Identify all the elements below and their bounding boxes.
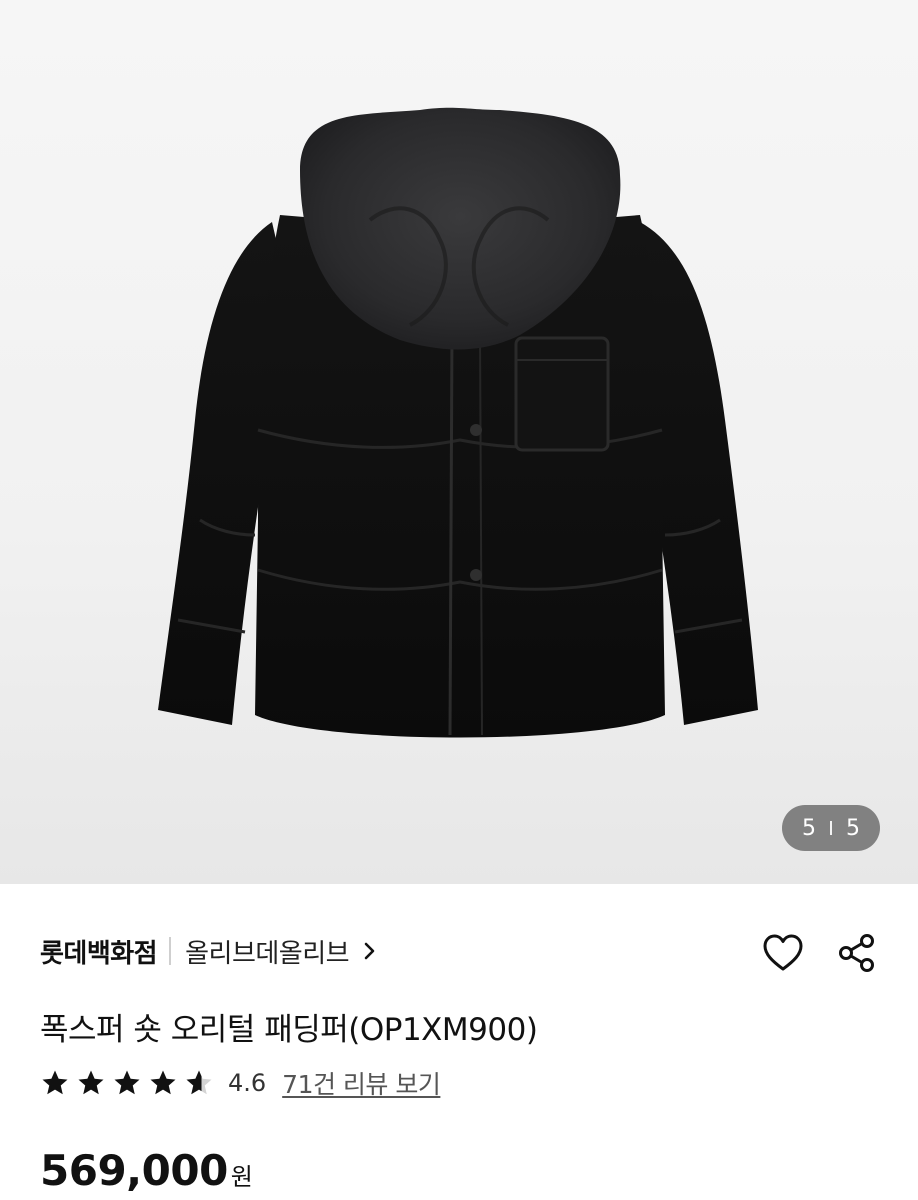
price-currency: 원 (230, 1163, 253, 1191)
product-title: 폭스퍼 숏 오리털 패딩퍼(OP1XM900) (40, 1012, 538, 1048)
rating-value: 4.6 (228, 1069, 267, 1097)
product-image (158, 107, 758, 738)
star-icon (42, 1070, 68, 1095)
star-icon (114, 1070, 140, 1095)
image-counter-total: 5 (846, 815, 860, 841)
price-row: 569,000 원 (40, 1146, 253, 1195)
review-link[interactable]: 71건 리뷰 보기 (282, 1065, 441, 1101)
chevron-right-icon[interactable] (363, 941, 377, 961)
shop-name[interactable]: 올리브데올리브 (185, 933, 349, 970)
star-icon (150, 1070, 176, 1095)
product-image-gallery[interactable]: 5 5 (0, 0, 918, 884)
like-button[interactable] (760, 930, 806, 976)
price-value: 569,000 (40, 1146, 228, 1195)
half-star-icon (186, 1070, 212, 1095)
brand-row[interactable]: 롯데백화점 올리브데올리브 (40, 930, 377, 972)
star-icon (78, 1070, 104, 1095)
share-icon (839, 934, 874, 972)
image-counter: 5 5 (782, 805, 880, 851)
brand-divider (169, 937, 172, 965)
brand-name[interactable]: 롯데백화점 (40, 933, 158, 970)
image-counter-current: 5 (802, 815, 816, 841)
heart-icon (763, 934, 803, 971)
rating-row: 4.6 71건 리뷰 보기 (40, 1064, 441, 1102)
share-button[interactable] (834, 930, 880, 976)
image-counter-separator (830, 821, 832, 835)
rating-stars (40, 1068, 220, 1098)
